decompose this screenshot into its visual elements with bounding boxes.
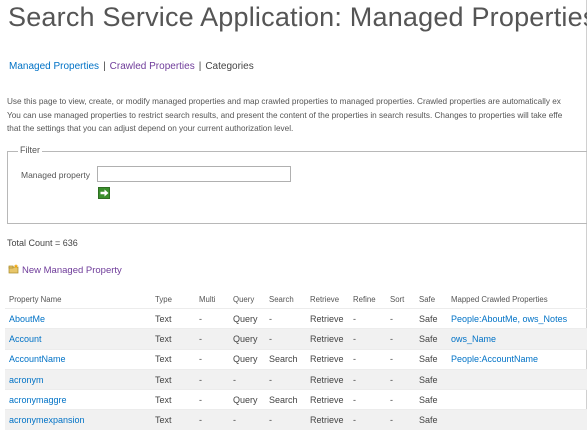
search-cell: Search	[265, 348, 306, 370]
table-row: acronymaggre Text - Query Search Retriev…	[5, 389, 587, 410]
table-row: AccountName Text - Query Search Retrieve…	[5, 348, 587, 370]
page-title: Search Service Application: Managed Prop…	[8, 2, 587, 32]
mapped-crawled-cell	[447, 389, 587, 410]
mapped-crawled-cell: ows_Name	[447, 328, 587, 350]
column-header[interactable]: Multi	[195, 290, 229, 309]
description-line: Use this page to view, create, or modify…	[7, 97, 561, 106]
retrieve-cell: Retrieve	[306, 328, 349, 350]
retrieve-cell: Retrieve	[306, 389, 349, 410]
column-header[interactable]: Mapped Crawled Properties	[447, 290, 587, 309]
column-header[interactable]: Safe	[415, 290, 447, 309]
new-property-icon	[8, 264, 20, 277]
new-managed-property-link[interactable]: New Managed Property	[8, 264, 122, 277]
property-name-link[interactable]: AccountName	[5, 348, 151, 370]
type-cell: Text	[151, 328, 195, 350]
filter-legend: Filter	[18, 145, 42, 155]
refine-cell: -	[349, 389, 386, 410]
managed-properties-table: Property Name Type Multi Query Search Re…	[5, 290, 587, 430]
mapped-crawled-cell: People:AccountName	[447, 348, 587, 370]
type-cell: Text	[151, 368, 195, 390]
column-header[interactable]: Property Name	[5, 290, 151, 309]
safe-cell: Safe	[415, 307, 447, 329]
multi-cell: -	[195, 389, 229, 410]
multi-cell: -	[195, 368, 229, 390]
retrieve-cell: Retrieve	[306, 368, 349, 390]
column-header[interactable]: Refine	[349, 290, 386, 309]
green-arrow-right-icon	[100, 189, 108, 197]
refine-cell: -	[349, 328, 386, 350]
sort-cell: -	[386, 368, 415, 390]
mapped-crawled-link[interactable]: People:AboutMe, ows_Notes	[451, 314, 567, 324]
refine-cell: -	[349, 368, 386, 390]
filter-go-button[interactable]	[98, 187, 110, 199]
type-cell: Text	[151, 348, 195, 370]
tab-crawled-properties[interactable]: Crawled Properties	[110, 61, 195, 72]
column-header[interactable]: Query	[229, 290, 265, 309]
retrieve-cell: Retrieve	[306, 307, 349, 329]
property-name-link[interactable]: Account	[5, 328, 151, 350]
search-cell: -	[265, 328, 306, 350]
tab-separator: |	[103, 61, 106, 72]
search-cell: Search	[265, 389, 306, 410]
sort-cell: -	[386, 307, 415, 329]
table-row: Account Text - Query - Retrieve - - Safe…	[5, 328, 587, 350]
query-cell: Query	[229, 348, 265, 370]
column-header[interactable]: Type	[151, 290, 195, 309]
column-header[interactable]: Sort	[386, 290, 415, 309]
safe-cell: Safe	[415, 328, 447, 350]
query-cell: Query	[229, 389, 265, 410]
type-cell: Text	[151, 389, 195, 410]
description-line: that the settings that you can adjust de…	[7, 124, 294, 133]
mapped-crawled-cell	[447, 368, 587, 390]
managed-property-input[interactable]	[97, 166, 291, 182]
new-managed-property-label: New Managed Property	[22, 265, 122, 276]
filter-panel: Filter Managed property	[7, 145, 587, 224]
property-name-link[interactable]: acronym	[5, 368, 151, 390]
sort-cell: -	[386, 328, 415, 350]
property-name-link[interactable]: acronymaggre	[5, 389, 151, 410]
total-count: Total Count = 636	[7, 238, 78, 248]
refine-cell: -	[349, 348, 386, 370]
description-line: You can use managed properties to restri…	[7, 110, 563, 120]
tab-managed-properties[interactable]: Managed Properties	[9, 61, 99, 72]
table-header-row: Property Name Type Multi Query Search Re…	[5, 290, 587, 309]
type-cell: Text	[151, 307, 195, 329]
sort-cell: -	[386, 389, 415, 410]
column-header[interactable]: Search	[265, 290, 306, 309]
mapped-crawled-cell: People:AboutMe, ows_Notes	[447, 307, 587, 329]
search-cell: -	[265, 368, 306, 390]
safe-cell: Safe	[415, 348, 447, 370]
query-cell: Query	[229, 307, 265, 329]
mapped-crawled-link[interactable]: ows_Name	[451, 334, 496, 344]
column-header[interactable]: Retrieve	[306, 290, 349, 309]
retrieve-cell: Retrieve	[306, 348, 349, 370]
page-description: Use this page to view, create, or modify…	[7, 95, 562, 136]
safe-cell: Safe	[415, 389, 447, 410]
multi-cell: -	[195, 348, 229, 370]
multi-cell: -	[195, 328, 229, 350]
safe-cell: Safe	[415, 368, 447, 390]
query-cell: Query	[229, 328, 265, 350]
table-row: acronym Text - - - Retrieve - - Safe	[5, 368, 587, 390]
mapped-crawled-link[interactable]: People:AccountName	[451, 354, 538, 364]
search-cell: -	[265, 307, 306, 329]
property-tabs: Managed Properties | Crawled Properties | Ca…	[9, 61, 254, 72]
table-row: AboutMe Text - Query - Retrieve - - Safe…	[5, 307, 587, 329]
tab-separator: |	[198, 61, 202, 72]
property-name-link[interactable]: AboutMe	[5, 307, 151, 329]
tab-categories[interactable]: Categories	[205, 61, 253, 72]
query-cell: -	[229, 368, 265, 390]
refine-cell: -	[349, 307, 386, 329]
managed-property-label: Managed property	[21, 170, 90, 180]
multi-cell: -	[195, 307, 229, 329]
sort-cell: -	[386, 348, 415, 370]
